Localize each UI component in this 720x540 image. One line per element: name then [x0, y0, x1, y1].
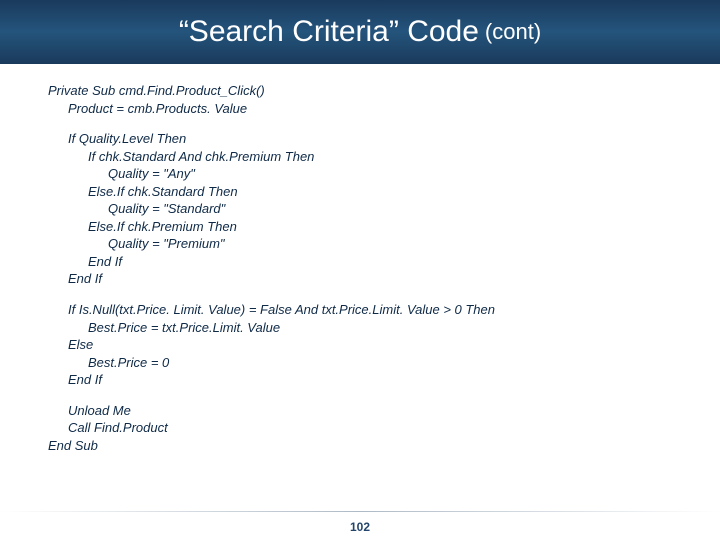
code-line: Product = cmb.Products. Value [48, 100, 672, 118]
footer-divider [0, 511, 720, 512]
code-line: Best.Price = txt.Price.Limit. Value [48, 319, 672, 337]
code-line: Quality = "Standard" [48, 200, 672, 218]
code-line: Unload Me [48, 402, 672, 420]
code-line: Else.If chk.Premium Then [48, 218, 672, 236]
code-line: Else.If chk.Standard Then [48, 183, 672, 201]
code-line: Quality = "Any" [48, 165, 672, 183]
page-number: 102 [0, 520, 720, 534]
code-line: If Quality.Level Then [48, 130, 672, 148]
slide-header: “Search Criteria” Code (cont) [0, 0, 720, 64]
code-line: End If [48, 371, 672, 389]
slide-title-cont: (cont) [485, 19, 541, 45]
code-line: End Sub [48, 437, 672, 455]
code-line: End If [48, 270, 672, 288]
code-line: Best.Price = 0 [48, 354, 672, 372]
code-line: If Is.Null(txt.Price. Limit. Value) = Fa… [48, 301, 672, 319]
code-line: Private Sub cmd.Find.Product_Click() [48, 82, 672, 100]
code-line: Else [48, 336, 672, 354]
code-line: Quality = "Premium" [48, 235, 672, 253]
code-line: Call Find.Product [48, 419, 672, 437]
code-block: Private Sub cmd.Find.Product_Click()Prod… [0, 64, 720, 454]
slide-title-main: “Search Criteria” Code [179, 15, 479, 49]
code-line: End If [48, 253, 672, 271]
code-line: If chk.Standard And chk.Premium Then [48, 148, 672, 166]
